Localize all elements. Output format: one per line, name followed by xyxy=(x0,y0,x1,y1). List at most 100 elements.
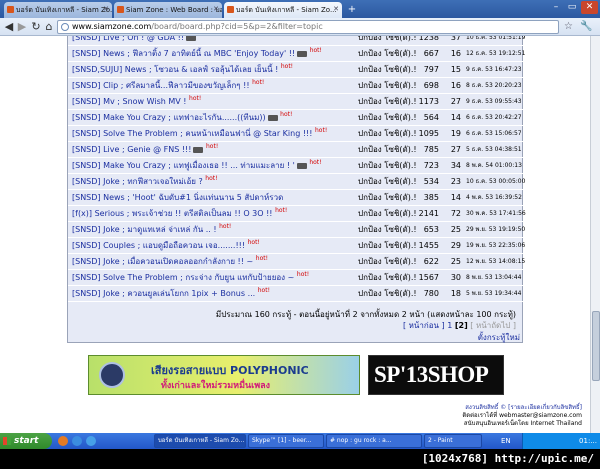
language-indicator[interactable]: EN xyxy=(501,433,511,449)
table-row: [SNSD] Make You Crazy ; แทฟาอะไรกัน.....… xyxy=(68,110,524,126)
polyphonic-ad-banner[interactable]: เสียงรอสายแบบ POLYPHONIC ทั้งเก่าและใหม่… xyxy=(88,355,360,395)
hot-badge: hot! xyxy=(255,255,268,262)
topic-replies: 34 xyxy=(450,161,461,170)
topic-title-link[interactable]: [SNSD] Mv ; Snow Wish MV ! hot! xyxy=(72,94,201,110)
upload-watermark: [1024x768] http://upic.me/ xyxy=(0,449,600,469)
tab-1-label: บอร์ด บันเทิงเกาหลี - Siam Zo... xyxy=(16,6,112,14)
topic-replies: 16 xyxy=(450,81,461,90)
forward-button[interactable]: ▶ xyxy=(16,21,28,33)
topic-title-link[interactable]: [f(x)] Serious ; พระเจ้าช่วย !! ตรีสติลเ… xyxy=(72,206,287,222)
topic-title-link[interactable]: [SNSD] Make You Crazy ; แทฟาอะไรกัน.....… xyxy=(72,110,292,126)
table-row: [SNSD] News ; 'Hoot' ฉับดับ#1 นิ่งแท่นนา… xyxy=(68,190,524,206)
taskbar-item-browser[interactable]: บอร์ด บันเทิงเกาหลี - Siam Zo... xyxy=(154,434,246,448)
close-icon[interactable]: ✕ xyxy=(103,5,109,13)
topic-date: 6 ธ.ค. 53 15:06:57 xyxy=(466,130,522,137)
table-row: [SNSD] News ; ฟีลวาติ้ง 7 อาทิตย์นี้ ณ M… xyxy=(68,46,525,62)
topic-views: 797 xyxy=(423,65,439,74)
hot-badge: hot! xyxy=(206,143,219,150)
taskbar-item-paint[interactable]: 2 - Paint xyxy=(424,434,482,448)
sp13shop-logo-text: SP'13SHOP xyxy=(374,362,489,387)
tab-2-label: Siam Zone : Web Board : บอ... xyxy=(126,6,222,14)
new-tab-button[interactable]: + xyxy=(345,4,359,16)
copyright-line[interactable]: สงวนลิขสิทธิ์ © [รายละเอียดเกี่ยวกับลิขส… xyxy=(462,404,582,412)
wrench-icon[interactable]: 🔧 xyxy=(580,21,592,32)
topic-title-link[interactable]: [SNSD] Couples ; แอบดูมือถือควอน เจอ....… xyxy=(72,238,260,254)
page-footer: สงวนลิขสิทธิ์ © [รายละเอียดเกี่ยวกับลิขส… xyxy=(462,404,582,428)
tab-2[interactable]: Siam Zone : Web Board : บอ... ✕ xyxy=(114,2,222,18)
topic-replies: 14 xyxy=(450,193,461,202)
hot-badge: hot! xyxy=(199,36,211,38)
topic-title-link[interactable]: [SNSD] Joke ; ควอนยูลเล่นโยกก 1pix + Bon… xyxy=(72,286,270,302)
table-row: [SNSD] Mv ; Snow Wish MV ! hot! ปกป้อง โซ… xyxy=(68,94,524,110)
topic-date: 10 ธ.ค. 53 00:05:00 xyxy=(466,178,526,185)
topic-date: 8 ธ.ค. 53 20:20:23 xyxy=(466,82,522,89)
prev-page-link[interactable]: [ หน้าก่อน ] xyxy=(403,321,445,330)
start-button[interactable]: start xyxy=(0,433,52,449)
maximize-button[interactable]: ▭ xyxy=(564,1,580,14)
firefox-icon[interactable] xyxy=(58,436,68,446)
close-icon[interactable]: ✕ xyxy=(213,5,219,13)
tab-1[interactable]: บอร์ด บันเทิงเกาหลี - Siam Zo... ✕ xyxy=(4,2,112,18)
topic-title-link[interactable]: [SNSD] Make You Crazy ; แทฟูเมื่องเธอ !!… xyxy=(72,158,322,174)
new-topic-link[interactable]: ตั้งกระทู้ใหม่ xyxy=(478,331,520,344)
browser-toolbar: ◀ ▶ ↻ ⌂ www.siamzone.com/board/board.php… xyxy=(0,18,600,36)
tab-3-active[interactable]: บอร์ด บันเทิงเกาหลี - Siam Zo... ✕ xyxy=(224,2,342,18)
topic-date: 5 ธ.ค. 53 04:38:51 xyxy=(466,146,522,153)
topic-replies: 27 xyxy=(450,97,461,106)
ie-icon[interactable] xyxy=(72,436,82,446)
topic-views: 1095 xyxy=(418,129,439,138)
topic-title-link[interactable]: [SNSD] News ; ฟีลวาติ้ง 7 อาทิตย์นี้ ณ M… xyxy=(72,46,322,62)
sp13shop-ad-banner[interactable]: SP'13SHOP xyxy=(368,355,504,395)
topic-title-link[interactable]: [SNSD] News ; 'Hoot' ฉับดับ#1 นิ่งแท่นนา… xyxy=(72,190,283,206)
topic-title-link[interactable]: [SNSD] Live ; Genie @ FNS !!! hot! xyxy=(72,142,218,158)
table-row: [SNSD] Couples ; แอบดูมือถือควอน เจอ....… xyxy=(68,238,525,254)
topic-title-link[interactable]: [SNSD] Joke ; เมื่อควอนเปิดคอลออกกำลังกา… xyxy=(72,254,268,270)
minimize-button[interactable]: – xyxy=(548,1,564,14)
topic-title: [SNSD] Joke ; ควอนยูลเล่นโยกก 1pix + Bon… xyxy=(72,289,256,298)
close-window-button[interactable]: ✕ xyxy=(581,1,598,14)
topic-title-link[interactable]: [SNSD] Joke ; มาดูแทเหล่ จ่าเหล่ กัน .. … xyxy=(72,222,231,238)
taskbar-item-messenger[interactable]: # nop : gu rock : a... xyxy=(326,434,422,448)
topic-title-link[interactable]: [SNSD] Solve The Problem ; กระจ่าง กับยู… xyxy=(72,270,309,286)
topic-views: 534 xyxy=(423,177,439,186)
hot-badge: hot! xyxy=(252,79,265,86)
hot-badge: hot! xyxy=(309,47,322,54)
windows-flag-icon xyxy=(3,437,11,445)
skype-icon[interactable] xyxy=(86,436,96,446)
close-icon[interactable]: ✕ xyxy=(333,5,339,13)
next-page-link: [ หน้าถัดไป ] xyxy=(470,321,516,330)
current-page: [2] xyxy=(454,321,468,330)
home-button[interactable]: ⌂ xyxy=(43,21,55,33)
topic-title-link[interactable]: [SNSD] Solve The Problem ; คนหน้าเหมือนฟ… xyxy=(72,126,327,142)
topic-title: [SNSD] Live ; Oh ! @ GDA !! xyxy=(72,36,185,42)
topic-title: [SNSD] Solve The Problem ; คนหน้าเหมือนฟ… xyxy=(72,129,313,138)
bookmark-star-icon[interactable]: ☆ xyxy=(564,21,573,32)
back-button[interactable]: ◀ xyxy=(3,21,15,33)
vertical-scrollbar[interactable] xyxy=(590,36,600,433)
system-tray: EN 01:... xyxy=(501,433,600,449)
address-bar[interactable]: www.siamzone.com/board/board.php?cid=5&p… xyxy=(57,20,559,34)
tab-strip: บอร์ด บันเทิงเกาหลี - Siam Zo... ✕ Siam … xyxy=(0,0,600,18)
topic-views: 1173 xyxy=(418,97,439,106)
page-1-link[interactable]: 1 xyxy=(447,321,452,330)
topic-title-link[interactable]: [SNSD] Joke ; ทกฟีสาวเจอใหม่เอ้ย ? hot! xyxy=(72,174,218,190)
scrollbar-thumb[interactable] xyxy=(592,311,600,381)
table-row: [SNSD] Make You Crazy ; แทฟูเมื่องเธอ !!… xyxy=(68,158,524,174)
reload-button[interactable]: ↻ xyxy=(30,21,42,33)
topic-title: [SNSD] Mv ; Snow Wish MV ! xyxy=(72,97,187,106)
topic-views: 780 xyxy=(423,289,439,298)
taskbar-item-skype[interactable]: Skype™ [1] - beer... xyxy=(248,434,324,448)
topic-views: 385 xyxy=(423,193,439,202)
page-content: [SNSD] Live ; Oh ! @ GDA !! hot!ปกป้อง โ… xyxy=(0,36,590,433)
topic-replies: 29 xyxy=(450,241,461,250)
camera-icon xyxy=(267,114,278,121)
topic-title-link[interactable]: [SNSD,SUJU] News ; โซวอน & เอลฟ์ รอลุ้นไ… xyxy=(72,62,293,78)
topic-date: 4 พ.ค. 53 16:39:52 xyxy=(466,194,522,201)
cd-disc-icon xyxy=(99,362,125,388)
topic-views: 622 xyxy=(423,257,439,266)
topic-title-link[interactable]: [SNSD] Clip ; ศรีลมาลนี้...ฟีลาวมีของขวั… xyxy=(72,78,264,94)
siamzone-favicon-icon xyxy=(117,6,124,13)
topic-table: [SNSD] Live ; Oh ! @ GDA !! hot!ปกป้อง โ… xyxy=(67,36,526,336)
topic-title-link[interactable]: [SNSD] Live ; Oh ! @ GDA !! hot! xyxy=(72,36,211,46)
sponsor-line: สนับสนุนอินเทอร์เน็ตโดย Internet Thailan… xyxy=(463,420,582,427)
